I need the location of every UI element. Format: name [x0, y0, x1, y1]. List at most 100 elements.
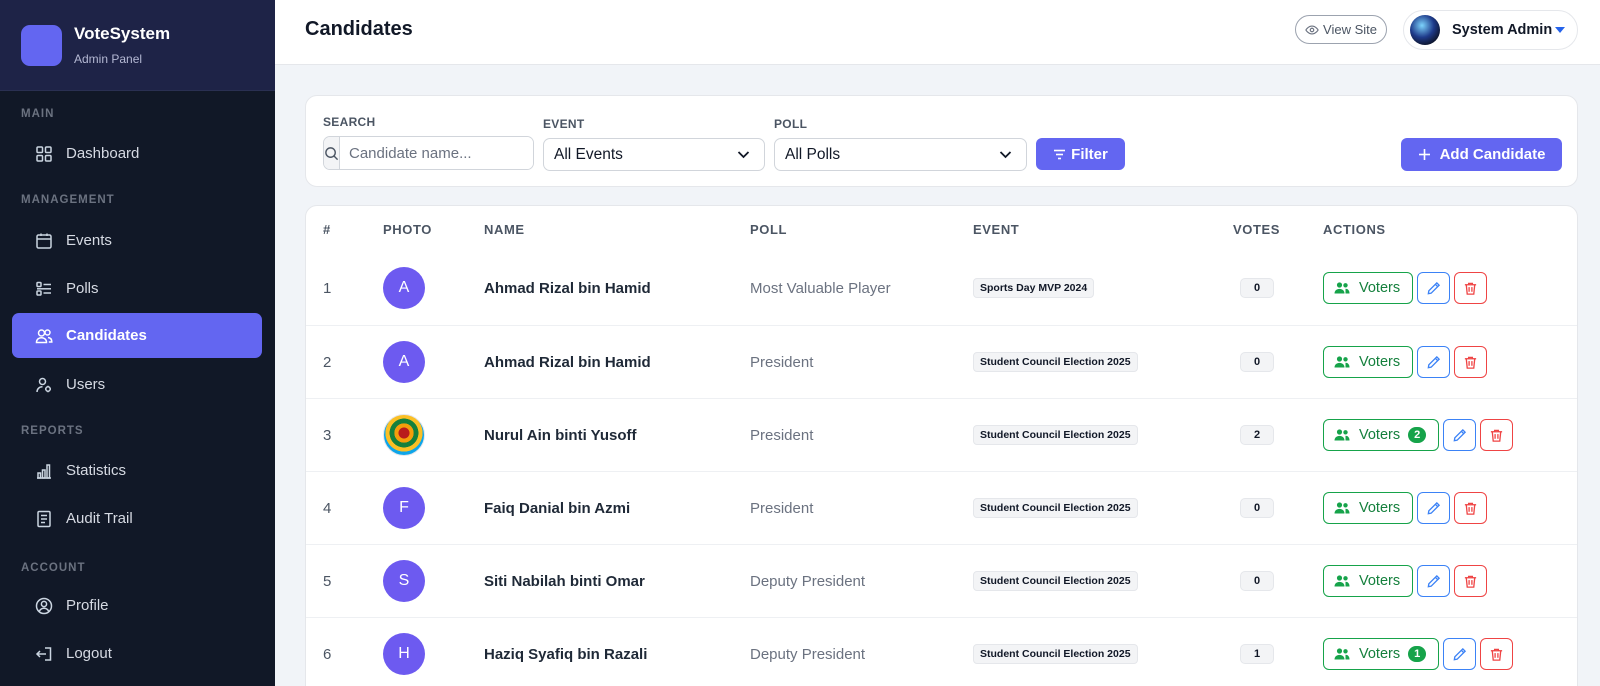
- add-candidate-button[interactable]: Add Candidate: [1401, 138, 1562, 171]
- logout-icon: [35, 645, 53, 663]
- trash-icon: [1464, 282, 1477, 295]
- candidate-name: Nurul Ain binti Yusoff: [484, 426, 637, 444]
- event-select[interactable]: All Events: [543, 138, 765, 171]
- delete-button[interactable]: [1480, 638, 1514, 670]
- event-badge: Student Council Election 2025: [973, 352, 1138, 372]
- voter-count-badge: 1: [1408, 646, 1427, 662]
- row-actions: Voters: [1323, 252, 1488, 324]
- delete-button[interactable]: [1454, 565, 1488, 597]
- edit-button[interactable]: [1417, 272, 1451, 304]
- sidebar-item-candidates[interactable]: Candidates: [12, 313, 262, 358]
- sidebar-item-label: Logout: [66, 645, 112, 662]
- edit-button[interactable]: [1443, 638, 1477, 670]
- filter-card: SEARCH EVENT All Events POLL All Polls F…: [305, 95, 1578, 187]
- candidates-table: # PHOTO NAME POLL EVENT VOTES ACTIONS 1 …: [305, 205, 1578, 686]
- avatar: [1410, 15, 1440, 45]
- brand-logo: [21, 24, 62, 66]
- header-votes: VOTES: [1233, 222, 1281, 237]
- voters-label: Voters: [1359, 646, 1401, 662]
- pencil-icon: [1427, 281, 1441, 294]
- pencil-icon: [1453, 647, 1467, 660]
- edit-button[interactable]: [1443, 419, 1477, 451]
- brand-subtitle: Admin Panel: [74, 52, 143, 66]
- voters-button[interactable]: Voters 1: [1323, 638, 1440, 670]
- sidebar-item-audit-trail[interactable]: Audit Trail: [12, 496, 262, 541]
- voters-button[interactable]: Voters: [1323, 565, 1414, 597]
- voters-label: Voters: [1359, 573, 1401, 589]
- event-badge: Student Council Election 2025: [973, 571, 1138, 591]
- sidebar-item-users[interactable]: Users: [12, 362, 262, 407]
- users-icon: [1334, 575, 1350, 587]
- candidate-name: Faiq Danial bin Azmi: [484, 499, 631, 517]
- user-circle-icon: [35, 597, 53, 615]
- candidate-name: Ahmad Rizal bin Hamid: [484, 279, 651, 297]
- row-number: 2: [323, 353, 332, 371]
- row-number: 6: [323, 645, 332, 663]
- voters-button[interactable]: Voters 2: [1323, 419, 1440, 451]
- delete-button[interactable]: [1454, 346, 1488, 378]
- sidebar-item-polls[interactable]: Polls: [12, 266, 262, 311]
- candidate-poll: Most Valuable Player: [750, 279, 891, 297]
- sidebar-item-profile[interactable]: Profile: [12, 583, 262, 628]
- search-field: [323, 136, 534, 170]
- filter-button-label: Filter: [1071, 145, 1108, 163]
- edit-button[interactable]: [1417, 492, 1451, 524]
- row-number: 3: [323, 426, 332, 444]
- header-num: #: [323, 222, 331, 237]
- voters-button[interactable]: Voters: [1323, 272, 1414, 304]
- poll-select[interactable]: All Polls: [774, 138, 1027, 171]
- candidate-avatar: A: [383, 267, 425, 309]
- candidate-avatar: A: [383, 341, 425, 383]
- delete-button[interactable]: [1480, 419, 1514, 451]
- votes-badge: 0: [1240, 571, 1274, 591]
- users-icon: [35, 327, 53, 345]
- filter-icon: [1054, 149, 1066, 159]
- view-site-button[interactable]: View Site: [1295, 15, 1387, 44]
- header-photo: PHOTO: [383, 222, 432, 237]
- header-event: EVENT: [973, 222, 1020, 237]
- sidebar-item-label: Candidates: [66, 327, 147, 344]
- candidate-name: Siti Nabilah binti Omar: [484, 572, 645, 590]
- table-row: 5 S Siti Nabilah binti Omar Deputy Presi…: [306, 544, 1577, 617]
- section-reports: REPORTS: [21, 425, 84, 437]
- search-icon: [324, 137, 340, 169]
- candidate-name: Haziq Syafiq bin Razali: [484, 645, 648, 663]
- topbar: Candidates View Site System Admin: [275, 0, 1600, 65]
- sidebar-item-label: Events: [66, 232, 112, 249]
- edit-button[interactable]: [1417, 346, 1451, 378]
- delete-button[interactable]: [1454, 272, 1488, 304]
- candidate-poll: President: [750, 426, 814, 444]
- row-actions: Voters: [1323, 545, 1488, 617]
- users-icon: [1334, 356, 1350, 368]
- voters-button[interactable]: Voters: [1323, 346, 1414, 378]
- chevron-down-icon: [999, 151, 1012, 159]
- document-icon: [35, 510, 53, 528]
- poll-label: POLL: [774, 117, 808, 131]
- delete-button[interactable]: [1454, 492, 1488, 524]
- filter-button[interactable]: Filter: [1036, 138, 1125, 170]
- row-actions: Voters 2: [1323, 399, 1514, 471]
- event-badge: Student Council Election 2025: [973, 425, 1138, 445]
- candidate-name: Ahmad Rizal bin Hamid: [484, 353, 651, 371]
- voters-label: Voters: [1359, 500, 1401, 516]
- row-actions: Voters 1: [1323, 618, 1514, 686]
- trash-icon: [1464, 356, 1477, 369]
- edit-button[interactable]: [1417, 565, 1451, 597]
- voters-button[interactable]: Voters: [1323, 492, 1414, 524]
- sidebar-item-logout[interactable]: Logout: [12, 631, 262, 676]
- user-menu[interactable]: System Admin: [1403, 10, 1578, 50]
- trash-icon: [1491, 429, 1503, 442]
- user-cog-icon: [35, 376, 53, 394]
- search-input[interactable]: [340, 137, 533, 169]
- users-icon: [1334, 282, 1350, 294]
- user-name: System Admin: [1452, 22, 1553, 38]
- sidebar-item-label: Dashboard: [66, 145, 140, 162]
- sidebar-item-label: Audit Trail: [66, 510, 133, 527]
- candidate-photo: [383, 414, 425, 456]
- sidebar-item-dashboard[interactable]: Dashboard: [12, 131, 262, 176]
- row-number: 1: [323, 279, 332, 297]
- sidebar-item-events[interactable]: Events: [12, 218, 262, 263]
- trash-icon: [1464, 502, 1477, 515]
- event-badge: Student Council Election 2025: [973, 498, 1138, 518]
- sidebar-item-statistics[interactable]: Statistics: [12, 448, 262, 493]
